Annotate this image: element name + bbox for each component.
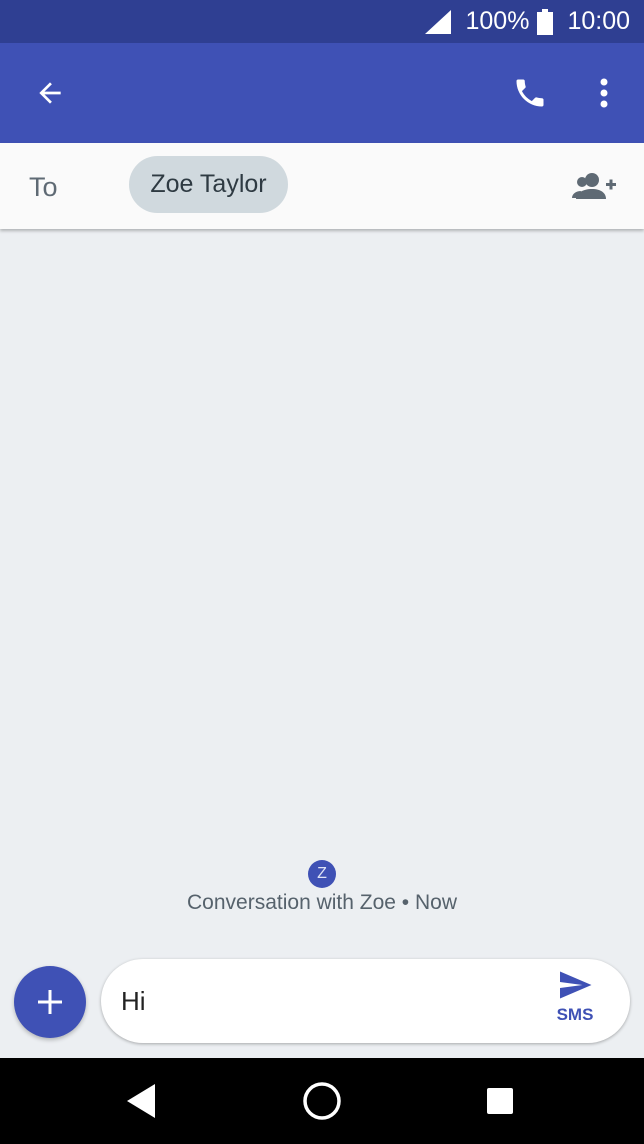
nav-bar [0,1058,644,1144]
more-vert-icon [600,78,608,108]
conversation-area: Z Conversation with Zoe • Now [0,229,644,949]
arrow-back-icon [39,82,61,104]
clock: 10:00 [567,7,630,35]
call-button[interactable] [502,65,558,121]
nav-back-button[interactable] [120,1079,164,1123]
attach-button[interactable] [14,966,86,1038]
more-options-button[interactable] [578,65,630,121]
phone-icon [516,79,544,107]
add-icon [38,990,62,1014]
add-person-icon [572,173,616,199]
signal-icon [425,9,452,34]
send-icon [560,971,592,999]
battery-icon [537,8,554,35]
home-circle-icon [303,1082,341,1120]
to-label: To [29,172,58,202]
battery-percent: 100% [465,7,530,35]
back-triangle-icon [127,1084,155,1118]
recents-square-icon [487,1088,513,1114]
nav-home-button[interactable] [300,1079,344,1123]
back-button[interactable] [22,65,78,121]
message-input[interactable] [121,983,521,1019]
compose-box: SMS [101,959,630,1043]
app-bar [0,43,644,143]
send-sms-label: SMS [556,1005,594,1024]
send-button[interactable]: SMS [543,967,607,1035]
nav-recents-button[interactable] [478,1079,522,1123]
add-recipient-button[interactable] [566,163,622,209]
status-bar: 100% 10:00 [0,0,644,43]
conversation-info: Conversation with Zoe • Now [187,891,457,914]
avatar: Z [308,860,336,888]
recipient-chip[interactable]: Zoe Taylor [129,156,288,213]
recipient-bar: To Zoe Taylor [0,143,644,229]
